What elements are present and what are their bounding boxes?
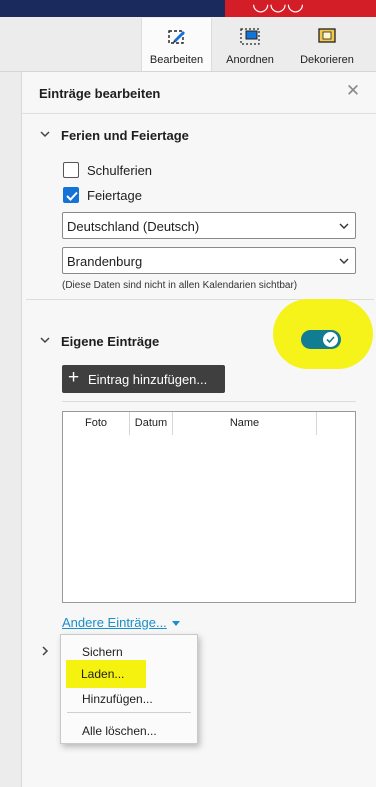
ribbon-toolbar: Bearbeiten Anordnen Dekorieren — [0, 17, 376, 72]
chevron-down-icon — [339, 258, 349, 264]
checkmark-icon — [66, 191, 78, 201]
menu-item-laden[interactable]: Laden... — [66, 660, 146, 688]
state-select[interactable]: Brandenburg — [62, 247, 356, 274]
panel-header: Einträge bearbeiten ✕ — [22, 72, 376, 114]
menu-item-alle-loeschen[interactable]: Alle löschen... — [61, 721, 197, 741]
menu-separator — [67, 712, 191, 713]
arrange-icon — [239, 27, 261, 50]
plus-icon: + — [68, 367, 80, 388]
section-own-entries-title: Eigene Einträge — [61, 334, 160, 349]
column-header-name[interactable]: Name — [173, 412, 317, 435]
chevron-down-icon — [40, 337, 50, 344]
decorate-icon — [317, 27, 337, 48]
toggle-knob — [323, 332, 338, 347]
checkmark-icon — [326, 336, 335, 344]
menu-item-label: Laden... — [81, 667, 125, 681]
menu-item-sichern[interactable]: Sichern — [61, 642, 197, 662]
add-entry-label: Eintrag hinzufügen... — [88, 372, 208, 387]
tab-bearbeiten[interactable]: Bearbeiten — [141, 18, 212, 71]
tab-label: Anordnen — [226, 54, 274, 66]
brand-banner: ◡◡◡ — [225, 0, 376, 17]
menu-item-label: Hinzufügen... — [82, 692, 153, 706]
menu-item-label: Alle löschen... — [82, 724, 157, 738]
other-entries-link[interactable]: Andere Einträge... — [62, 615, 167, 630]
panel-title: Einträge bearbeiten — [39, 86, 161, 101]
tab-label: Bearbeiten — [149, 54, 204, 66]
checkbox-label: Feiertage — [87, 188, 142, 203]
brand-logo-partial: ◡◡◡ — [253, 0, 306, 15]
edit-layout-icon — [166, 27, 188, 50]
chevron-down-icon — [339, 223, 349, 229]
tab-anordnen[interactable]: Anordnen — [218, 18, 282, 71]
checkbox-box — [63, 187, 79, 203]
country-select[interactable]: Deutschland (Deutsch) — [62, 212, 356, 239]
chevron-right-icon[interactable] — [40, 645, 50, 657]
tab-label: Dekorieren — [300, 54, 354, 66]
section-divider — [62, 401, 356, 402]
own-entries-toggle[interactable] — [301, 330, 341, 349]
public-holidays-checkbox[interactable]: Feiertage — [63, 187, 183, 205]
close-icon[interactable]: ✕ — [344, 82, 362, 100]
school-holidays-checkbox[interactable]: Schulferien — [63, 162, 183, 180]
table-header: Foto Datum Name — [63, 412, 355, 435]
section-holidays-title: Ferien und Feiertage — [61, 128, 189, 143]
column-header-datum[interactable]: Datum — [130, 412, 173, 435]
section-holidays-header[interactable]: Ferien und Feiertage — [22, 124, 322, 146]
caret-down-icon[interactable] — [172, 621, 180, 626]
entries-table: Foto Datum Name — [62, 411, 356, 603]
chevron-down-icon — [40, 131, 50, 138]
column-header-foto[interactable]: Foto — [63, 412, 130, 435]
tab-dekorieren[interactable]: Dekorieren — [294, 18, 360, 71]
checkbox-label: Schulferien — [87, 163, 153, 178]
section-own-entries-header[interactable]: Eigene Einträge — [22, 330, 222, 352]
menu-item-label: Sichern — [82, 645, 123, 659]
menu-item-hinzufuegen[interactable]: Hinzufügen... — [61, 689, 197, 709]
select-value: Brandenburg — [67, 254, 143, 269]
left-canvas-strip — [0, 72, 21, 787]
other-entries-menu: Sichern Laden... Hinzufügen... Alle lösc… — [60, 634, 198, 744]
add-entry-button[interactable]: + Eintrag hinzufügen... — [62, 365, 225, 393]
checkbox-box — [63, 162, 79, 178]
holidays-note: (Diese Daten sind nicht in allen Kalenda… — [62, 280, 298, 291]
select-value: Deutschland (Deutsch) — [67, 219, 200, 234]
